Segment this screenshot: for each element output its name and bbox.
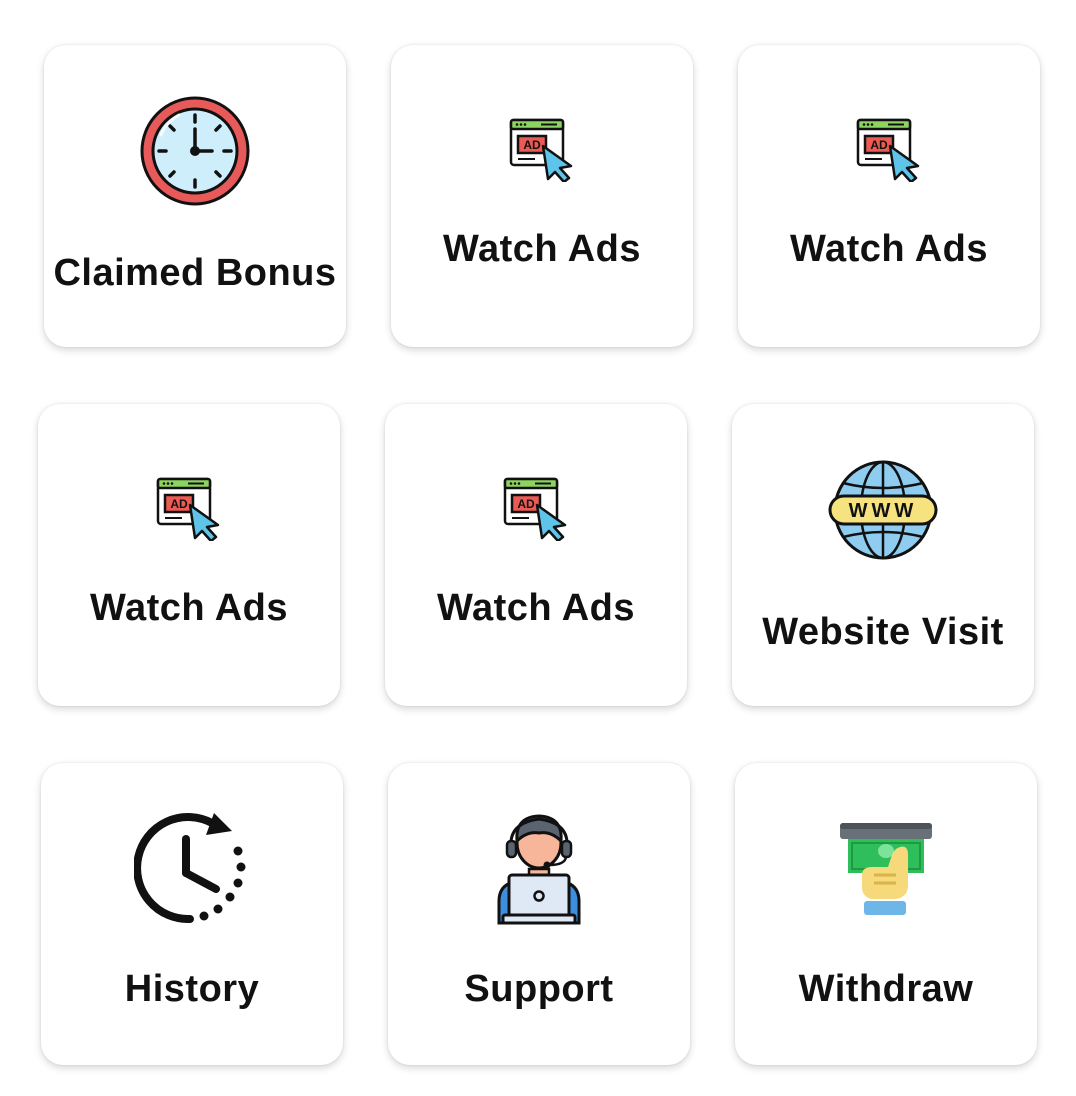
tile-watch-ads-4[interactable]: AD Watch Ads	[385, 404, 687, 706]
clock-icon	[139, 95, 251, 207]
tile-website-visit[interactable]: WWW Website Visit	[732, 404, 1034, 706]
tile-watch-ads-2[interactable]: AD Watch Ads	[738, 45, 1040, 347]
tile-watch-ads-3[interactable]: AD Watch Ads	[38, 404, 340, 706]
tile-support[interactable]: Support	[388, 763, 690, 1065]
ad-badge: AD	[517, 497, 535, 511]
ad-click-icon: AD	[856, 118, 922, 182]
ad-badge: AD	[523, 138, 541, 152]
globe-www-icon: WWW	[827, 459, 939, 561]
tile-label: Watch Ads	[789, 228, 989, 270]
tile-label: Claimed Bonus	[53, 252, 337, 294]
tile-label: Website Visit	[762, 611, 1004, 653]
ad-click-icon: AD	[156, 477, 222, 541]
support-agent-icon	[493, 811, 585, 927]
tile-watch-ads-1[interactable]: AD Watch Ads	[391, 45, 693, 347]
ad-click-icon: AD	[509, 118, 575, 182]
history-icon	[134, 811, 250, 927]
tile-label: Watch Ads	[89, 587, 289, 629]
ad-badge: AD	[870, 138, 888, 152]
cash-withdraw-icon	[838, 821, 934, 921]
tile-claimed-bonus[interactable]: Claimed Bonus	[44, 45, 346, 347]
ad-click-icon: AD	[503, 477, 569, 541]
tile-label: Watch Ads	[436, 587, 636, 629]
www-badge: WWW	[849, 500, 918, 522]
tile-withdraw[interactable]: Withdraw	[735, 763, 1037, 1065]
tile-history[interactable]: History	[41, 763, 343, 1065]
tile-label: Watch Ads	[442, 228, 642, 270]
ad-badge: AD	[170, 497, 188, 511]
tile-label: History	[124, 968, 260, 1010]
tile-label: Withdraw	[798, 968, 974, 1010]
tile-label: Support	[464, 968, 614, 1010]
